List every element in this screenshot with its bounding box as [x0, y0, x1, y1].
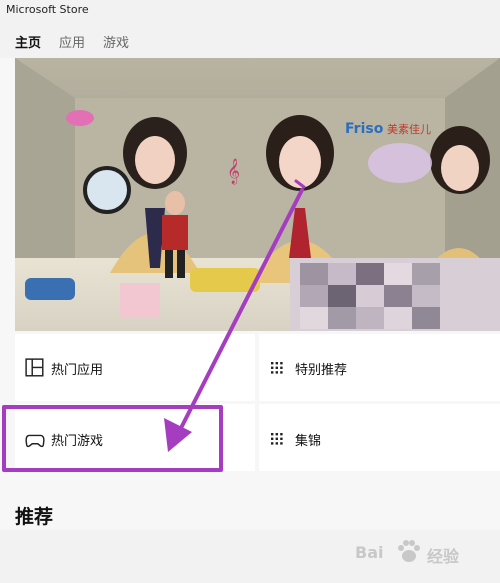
- main-content: Friso 美素佳儿 𝄞 热门应用 特别推荐 热门游戏 集锦 推荐 Bai 经验: [0, 58, 500, 566]
- title-bar: Microsoft Store: [0, 0, 500, 22]
- watermark-brand: Bai: [355, 543, 384, 562]
- top-navigation: 主页 应用 游戏: [0, 22, 500, 58]
- gamepad-icon: [25, 434, 45, 448]
- dots-grid-icon: [271, 433, 283, 445]
- tile-collections-label: 集锦: [295, 434, 322, 449]
- tile-top-apps[interactable]: 热门应用: [15, 334, 255, 401]
- tab-home[interactable]: 主页: [15, 32, 41, 51]
- paw-icon: [398, 540, 420, 562]
- svg-text:𝄞: 𝄞: [227, 158, 240, 184]
- section-title-recommended: 推荐: [15, 506, 54, 528]
- banner-logo: Friso: [345, 121, 384, 137]
- hero-banner[interactable]: Friso 美素佳儿 𝄞: [15, 58, 500, 331]
- watermark-brand2: 经验: [427, 547, 460, 566]
- tab-apps[interactable]: 应用: [59, 32, 85, 51]
- tile-featured-label: 特别推荐: [295, 363, 348, 378]
- tile-top-apps-label: 热门应用: [51, 363, 104, 378]
- banner-logo-sub: 美素佳儿: [387, 122, 431, 136]
- tile-top-games[interactable]: 热门游戏: [15, 404, 255, 471]
- tab-games[interactable]: 游戏: [103, 32, 129, 51]
- tile-top-games-label: 热门游戏: [51, 434, 104, 449]
- watermark: Bai 经验: [355, 533, 495, 583]
- tile-collections[interactable]: 集锦: [259, 404, 500, 471]
- hero-banner-image: Friso 美素佳儿 𝄞: [15, 58, 500, 331]
- tile-featured[interactable]: 特别推荐: [259, 334, 500, 401]
- grid-layout-icon: [25, 358, 44, 377]
- window-title: Microsoft Store: [6, 3, 89, 16]
- dots-grid-icon: [271, 362, 283, 374]
